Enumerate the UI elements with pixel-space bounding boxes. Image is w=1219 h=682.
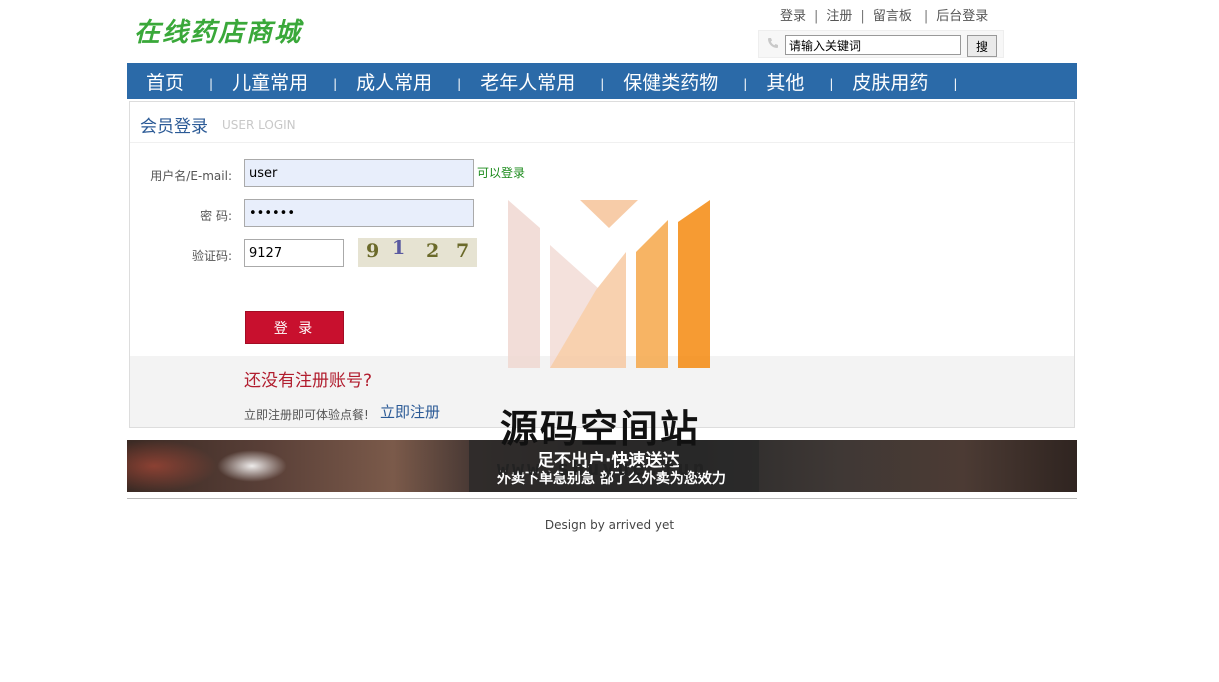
title-divider xyxy=(130,142,1074,143)
top-link-admin-login[interactable]: 后台登录 xyxy=(936,9,988,24)
nav-item-elderly[interactable]: 老年人常用 xyxy=(461,68,575,95)
nav-item-skin[interactable]: 皮肤用药 xyxy=(833,68,928,95)
username-input[interactable] xyxy=(244,159,474,187)
register-question: 还没有注册账号? xyxy=(244,371,373,391)
watermark-text: 源码空间站 xyxy=(500,407,701,451)
password-label: 密 码: xyxy=(200,209,232,223)
captcha-label: 验证码: xyxy=(191,249,232,263)
captcha-char: 1 xyxy=(392,238,406,259)
footer-credit: Design by arrived yet xyxy=(544,518,675,532)
watermark-url: www.shuyue.fun xyxy=(497,456,708,480)
register-note: 立即注册即可体验点餐! xyxy=(244,408,369,422)
top-links: 登录 | 注册 | 留言板 | 后台登录 xyxy=(780,5,988,24)
login-subtitle: USER LOGIN xyxy=(222,118,296,132)
register-link[interactable]: 立即注册 xyxy=(380,401,440,422)
top-link-separator: | xyxy=(814,9,819,24)
footer-divider xyxy=(127,498,1077,499)
password-input[interactable] xyxy=(244,199,474,227)
login-title: 会员登录 xyxy=(140,117,208,137)
username-status: 可以登录 xyxy=(477,166,526,180)
search-button[interactable]: 搜 xyxy=(967,35,997,57)
captcha-image[interactable]: 9 1 2 7 xyxy=(358,238,477,267)
search-input[interactable] xyxy=(785,35,961,55)
phone-icon xyxy=(768,38,778,48)
banner-light xyxy=(217,450,287,482)
search-box: 搜 xyxy=(758,30,1004,58)
nav-separator: | xyxy=(953,77,958,91)
top-link-separator: | xyxy=(923,9,929,24)
captcha-char: 7 xyxy=(456,240,470,262)
top-link-separator: | xyxy=(860,9,865,24)
captcha-char: 9 xyxy=(366,240,380,262)
top-link-login[interactable]: 登录 xyxy=(780,9,806,24)
login-button[interactable]: 登 录 xyxy=(245,311,344,344)
nav-item-health[interactable]: 保健类药物 xyxy=(604,68,718,95)
captcha-input[interactable] xyxy=(244,239,344,267)
main-nav: 首页 | 儿童常用 | 成人常用 | 老年人常用 | 保健类药物 | 其他 | 皮肤用药 | xyxy=(127,63,1077,99)
nav-item-children[interactable]: 儿童常用 xyxy=(213,68,308,95)
site-logo[interactable]: 在线药店商城 xyxy=(134,12,302,49)
login-panel: 会员登录 USER LOGIN 用户名/E-mail: 可以登录 密 码: 验证… xyxy=(129,101,1075,428)
top-link-guestbook[interactable]: 留言板 xyxy=(873,9,912,24)
nav-item-adults[interactable]: 成人常用 xyxy=(337,68,432,95)
nav-item-home[interactable]: 首页 xyxy=(127,68,184,95)
username-label: 用户名/E-mail: xyxy=(150,169,232,183)
banner-light xyxy=(127,440,217,492)
nav-item-other[interactable]: 其他 xyxy=(747,68,804,95)
captcha-char: 2 xyxy=(426,240,440,262)
top-link-register[interactable]: 注册 xyxy=(826,9,852,24)
